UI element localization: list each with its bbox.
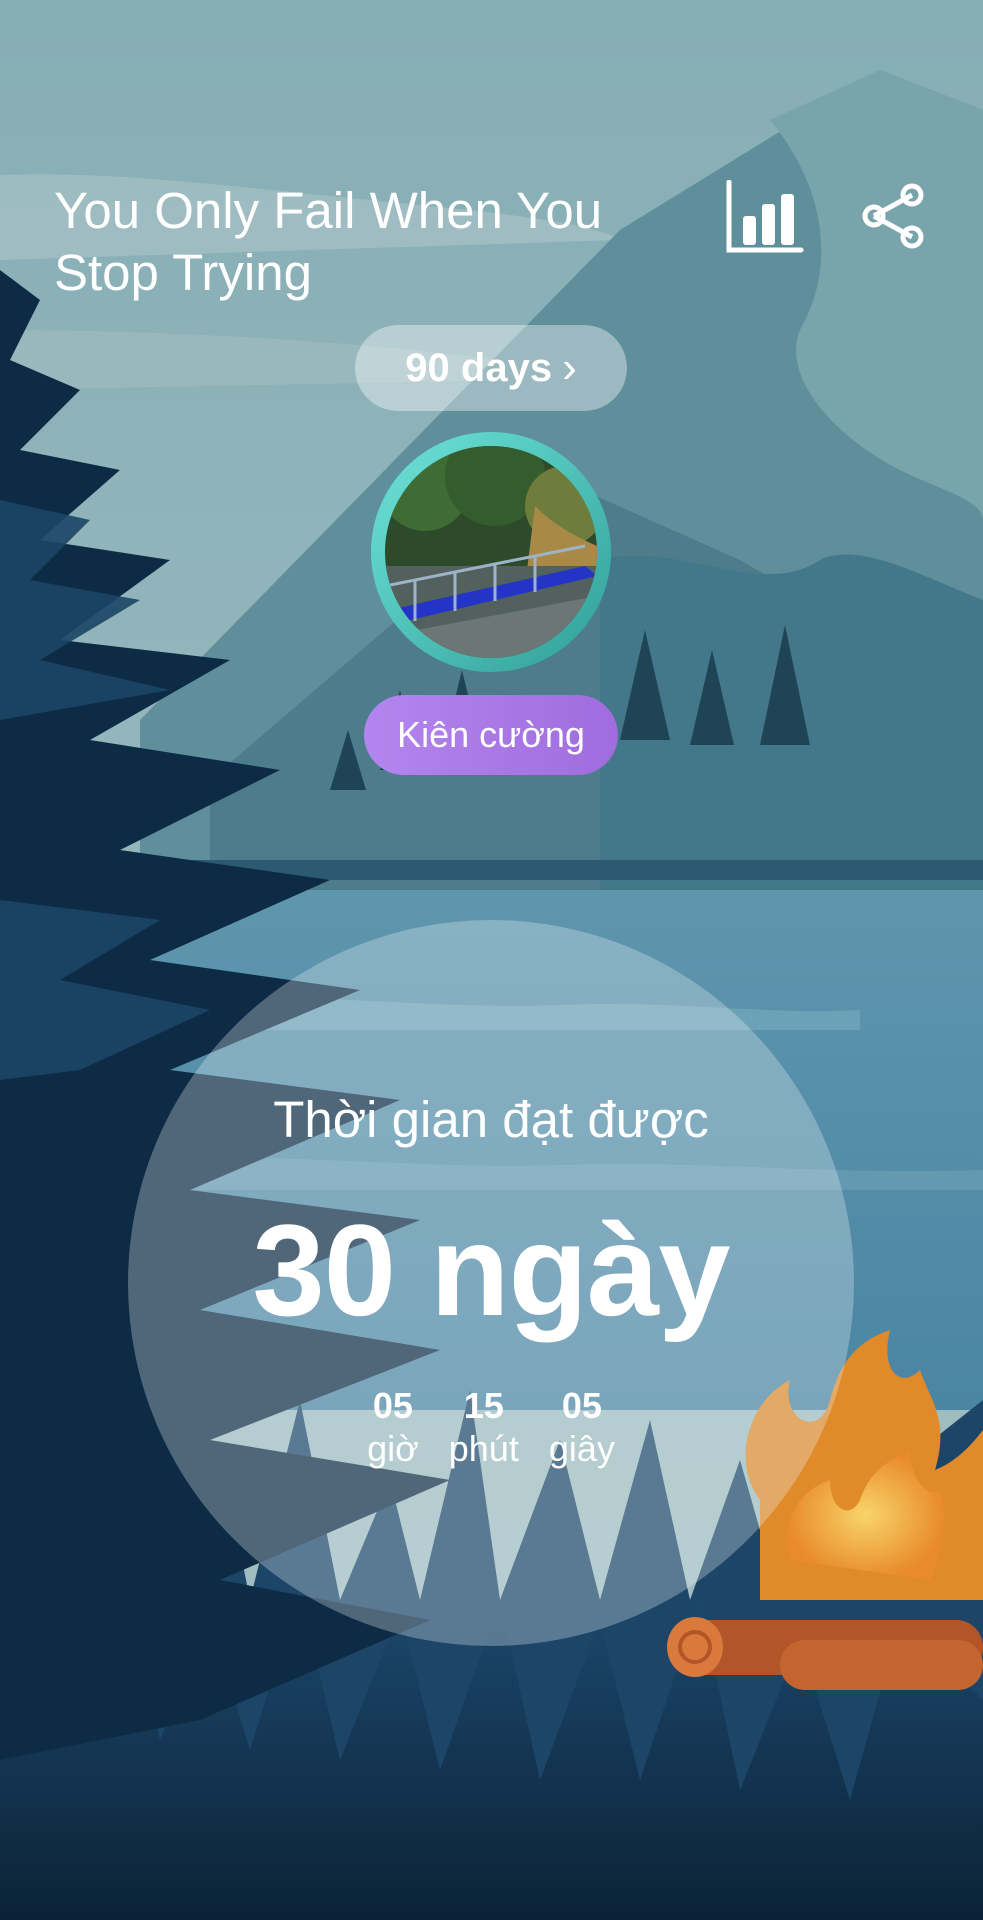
rank-badge: Kiên cường xyxy=(364,695,618,775)
hours-unit: 05 giờ xyxy=(367,1385,419,1471)
page-title: You Only Fail When You Stop Trying xyxy=(54,182,603,301)
achieved-days-value: 30 ngày xyxy=(252,1197,730,1343)
hours-label: giờ xyxy=(367,1428,419,1469)
achieved-time-label: Thời gian đạt được xyxy=(273,1091,709,1148)
chevron-right-icon: › xyxy=(562,343,577,392)
seconds-unit: 05 giây xyxy=(549,1385,615,1471)
avatar-photo xyxy=(385,446,597,658)
bar-chart-icon[interactable] xyxy=(725,179,805,256)
seconds-label: giây xyxy=(548,1428,615,1469)
minutes-value: 15 xyxy=(463,1385,504,1426)
goal-days-button[interactable]: 90 days › xyxy=(355,325,627,411)
avatar[interactable] xyxy=(371,432,611,672)
hours-value: 05 xyxy=(372,1385,413,1426)
elapsed-time-breakdown: 05 giờ 15 phút 05 giây xyxy=(128,1385,854,1471)
seconds-value: 05 xyxy=(561,1385,602,1426)
goal-days-label: 90 days xyxy=(405,345,553,390)
minutes-unit: 15 phút xyxy=(449,1385,519,1471)
share-icon[interactable] xyxy=(860,183,926,249)
minutes-label: phút xyxy=(448,1428,519,1469)
